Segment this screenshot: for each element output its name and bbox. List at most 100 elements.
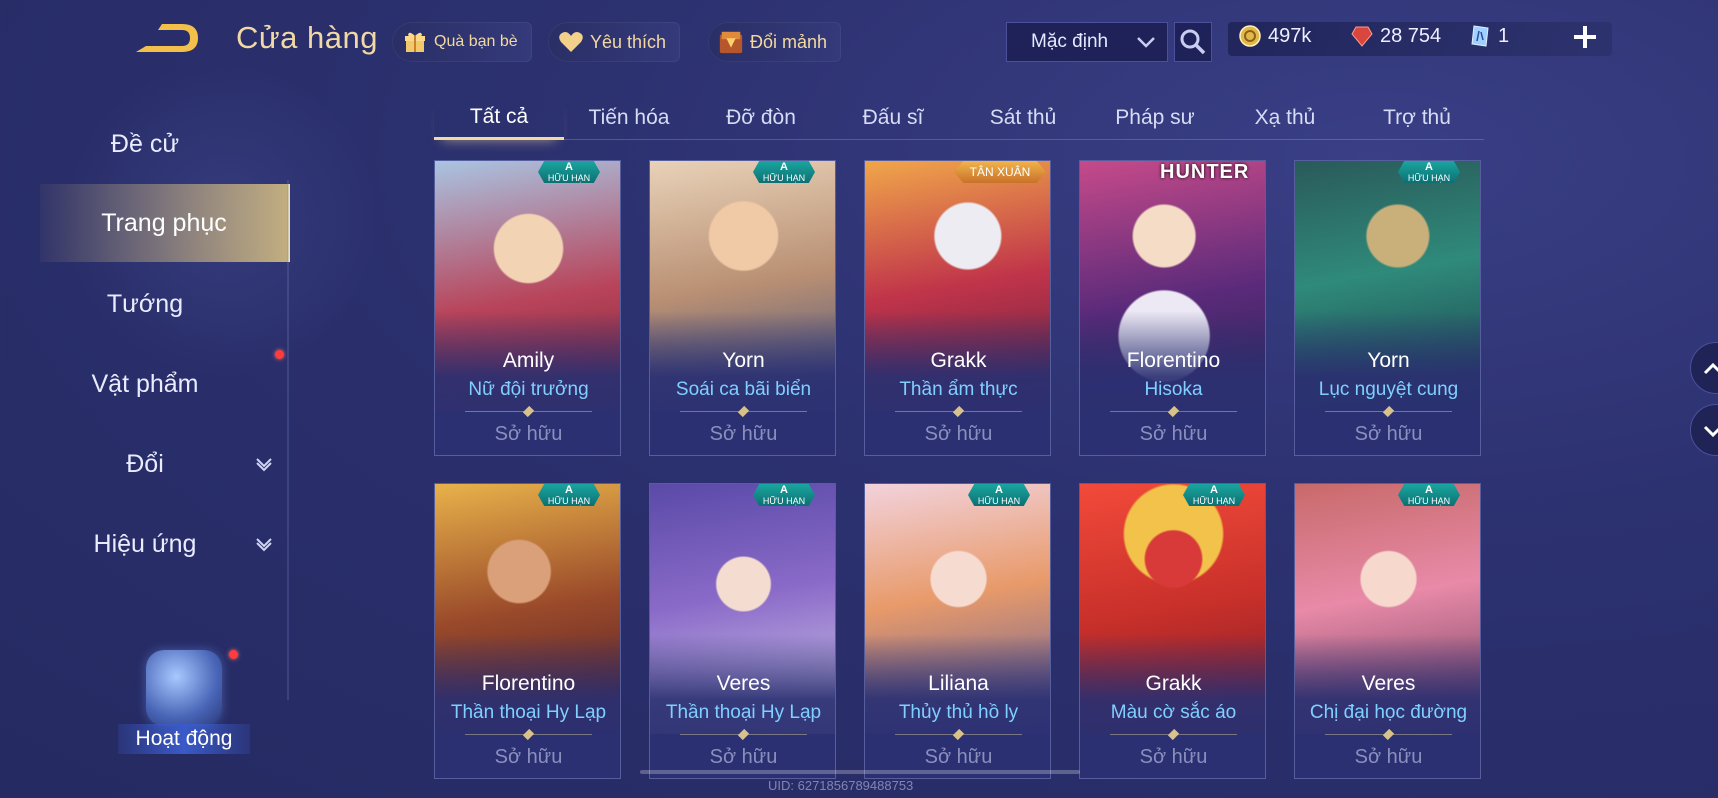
exchange-shards-label: Đổi mảnh	[750, 31, 828, 52]
chevron-down-icon	[256, 538, 272, 552]
sort-dropdown[interactable]: Mặc định	[1006, 22, 1168, 62]
hero-name: Grakk	[1145, 672, 1202, 695]
top-bar: Cửa hàng Quà bạn bè Yêu thích Đổi mảnh M…	[0, 0, 1718, 86]
tab-mage[interactable]: Pháp sư	[1090, 96, 1220, 140]
chevron-down-icon	[256, 458, 272, 472]
horizontal-scrollbar[interactable]	[640, 770, 1080, 774]
tab-label: Đỡ đòn	[726, 106, 796, 129]
tab-support[interactable]: Trợ thủ	[1352, 96, 1482, 140]
limited-badge: A HỮU HẠN	[1183, 484, 1245, 506]
user-id-text: UID: 6271856789488753	[768, 778, 914, 793]
search-icon	[1180, 29, 1206, 55]
tab-marksman[interactable]: Xạ thủ	[1220, 96, 1350, 140]
limited-badge: A HỮU HẠN	[538, 484, 600, 506]
skin-name: Nữ đội trưởng	[468, 379, 589, 400]
hunter-logo: HUNTER	[1160, 161, 1250, 183]
limited-badge: A HỮU HẠN	[1398, 161, 1460, 183]
back-arrow-icon	[136, 24, 198, 52]
tab-all[interactable]: Tất cả	[434, 96, 564, 140]
ticket-amount: 1	[1498, 24, 1510, 47]
limited-badge: A HỮU HẠN	[538, 161, 600, 183]
hero-name: Florentino	[481, 672, 576, 695]
owned-status: Sở hữu	[924, 746, 993, 768]
plus-icon	[1574, 26, 1596, 48]
owned-status: Sở hữu	[1139, 746, 1208, 768]
activity-label: Hoạt động	[118, 724, 250, 754]
add-currency-button[interactable]	[1568, 20, 1602, 54]
friend-gift-label: Quà bạn bè	[434, 33, 518, 50]
owned-status: Sở hữu	[709, 746, 778, 768]
tab-evolution[interactable]: Tiến hóa	[564, 96, 694, 140]
hero-name: Veres	[1361, 672, 1416, 695]
skin-card[interactable]: A HỮU HẠN Veres Thần thoại Hy Lạp Sở hữu	[649, 483, 836, 779]
skin-card[interactable]: TÂN XUÂN Grakk Thần ẩm thực Sở hữu	[864, 160, 1051, 456]
sidebar-item-effects[interactable]: Hiệu ứng	[0, 520, 290, 568]
tab-label: Trợ thủ	[1383, 106, 1451, 129]
skin-card[interactable]: A HỮU HẠN Florentino Thần thoại Hy Lạp Sở…	[434, 483, 621, 779]
gift-icon	[402, 29, 428, 55]
favorites-button[interactable]: Yêu thích	[548, 22, 681, 62]
back-button[interactable]	[132, 20, 204, 58]
sidebar-item-heroes[interactable]: Tướng	[0, 280, 290, 328]
owned-status: Sở hữu	[924, 423, 993, 445]
skin-name: Lục nguyệt cung	[1318, 379, 1459, 400]
voucher-amount: 28 754	[1380, 24, 1442, 47]
skin-card[interactable]: A HỮU HẠN Veres Chị đại học đường Sở hữu	[1294, 483, 1481, 779]
activity-button[interactable]: Hoạt động	[118, 650, 250, 760]
skin-card[interactable]: A HỮU HẠN Yorn Lục nguyệt cung Sở hữu	[1294, 160, 1481, 456]
skin-name: Chị đại học đường	[1309, 702, 1468, 723]
limited-badge: A HỮU HẠN	[1398, 484, 1460, 506]
scroll-up-button[interactable]	[1690, 342, 1718, 394]
limited-badge: A HỮU HẠN	[753, 484, 815, 506]
tab-label: Tiến hóa	[588, 106, 670, 129]
skin-card[interactable]: A HỮU HẠN Liliana Thủy thủ hồ ly Sở hữu	[864, 483, 1051, 779]
sidebar-item-label: Tướng	[106, 289, 184, 318]
activity-orb-icon	[146, 650, 222, 726]
skin-name: Thần thoại Hy Lạp	[450, 702, 607, 723]
skin-name: Hisoka	[1144, 379, 1203, 400]
exchange-shards-button[interactable]: Đổi mảnh	[708, 22, 842, 62]
owned-status: Sở hữu	[709, 423, 778, 445]
sidebar-item-items[interactable]: Vật phẩm	[0, 360, 290, 408]
sidebar-item-skins[interactable]: Trang phục	[40, 184, 290, 262]
tab-label: Pháp sư	[1115, 106, 1195, 129]
limited-badge: A HỮU HẠN	[968, 484, 1030, 506]
hero-name: Yorn	[722, 349, 765, 372]
gold-amount: 497k	[1268, 24, 1312, 47]
skin-card[interactable]: A HỮU HẠN Amily Nữ đội trưởng Sở hữu	[434, 160, 621, 456]
category-tabs: Tất cả Tiến hóa Đỡ đòn Đấu sĩ Sát thủ Ph…	[434, 96, 1484, 140]
hero-name: Grakk	[930, 349, 987, 372]
sidebar-item-label: Hiệu ứng	[93, 529, 197, 558]
ticket-currency: 1	[1468, 24, 1509, 48]
red-gem-icon	[1350, 24, 1374, 48]
search-button[interactable]	[1174, 22, 1212, 62]
tab-assassin[interactable]: Sát thủ	[958, 96, 1088, 140]
heart-icon	[558, 29, 584, 55]
chevron-down-icon	[1703, 425, 1718, 438]
chevron-down-icon	[1137, 37, 1155, 48]
skin-name: Thần thoại Hy Lạp	[665, 702, 822, 723]
tab-tank[interactable]: Đỡ đòn	[696, 96, 826, 140]
sort-selected-value: Mặc định	[1031, 31, 1109, 52]
skin-card[interactable]: A HỮU HẠN Yorn Soái ca bãi biển Sở hữu	[649, 160, 836, 456]
tab-label: Tất cả	[469, 104, 529, 128]
skin-card[interactable]: A HỮU HẠN Grakk Màu cờ sắc áo Sở hữu	[1079, 483, 1266, 779]
chevron-up-icon	[1703, 362, 1718, 375]
skin-name: Thần ẩm thực	[899, 379, 1018, 400]
sidebar-item-exchange[interactable]: Đổi	[0, 440, 290, 488]
shard-chest-icon	[718, 29, 744, 55]
skin-name: Soái ca bãi biển	[675, 379, 812, 400]
ticket-icon	[1468, 24, 1492, 48]
friend-gift-button[interactable]: Quà bạn bè	[392, 22, 532, 62]
skin-card[interactable]: HUNTER Florentino Hisoka Sở hữu	[1079, 160, 1266, 456]
new-year-badge: TÂN XUÂN	[954, 161, 1046, 183]
favorites-label: Yêu thích	[590, 31, 667, 52]
skin-name: Thủy thủ hồ ly	[898, 702, 1019, 723]
tab-fighter[interactable]: Đấu sĩ	[828, 96, 958, 140]
sidebar-item-featured[interactable]: Đề cử	[0, 120, 290, 168]
limited-badge: A HỮU HẠN	[753, 161, 815, 183]
page-title: Cửa hàng	[236, 20, 378, 55]
scroll-down-button[interactable]	[1690, 404, 1718, 456]
hero-name: Liliana	[928, 672, 989, 695]
gold-currency: 497k	[1238, 24, 1311, 48]
